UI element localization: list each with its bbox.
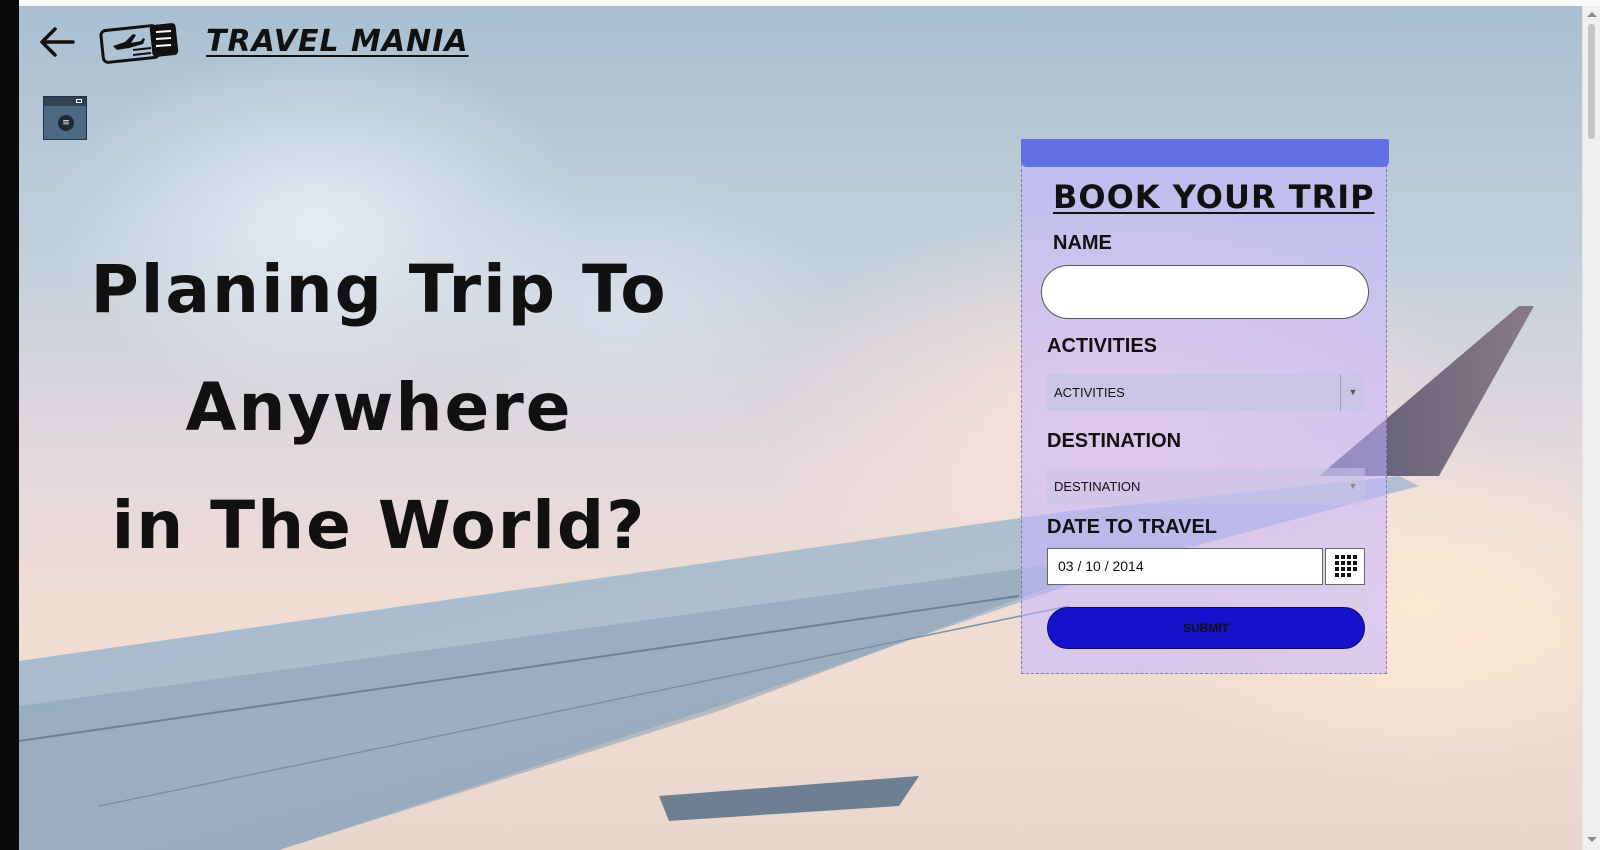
site-brand-title[interactable]: TRAVEL MANIA (206, 24, 469, 59)
ticket-plane-icon[interactable] (99, 20, 183, 66)
name-input[interactable] (1041, 265, 1369, 319)
date-label: DATE TO TRAVEL (1047, 516, 1217, 538)
activities-select[interactable]: ACTIVITIES ▼ (1047, 374, 1365, 411)
booking-form-panel: BOOK YOUR TRIP NAME ACTIVITIES ACTIVITIE… (1021, 139, 1389, 674)
window-left-edge (0, 0, 19, 850)
menu-widget-restore-icon (76, 99, 82, 103)
back-arrow-icon[interactable] (37, 24, 77, 60)
scroll-down-arrow-icon[interactable] (1587, 837, 1597, 842)
browser-viewport: TRAVEL MANIA ≡ Planing Trip To Anywhere … (0, 0, 1600, 850)
hero-line-1: Planing Trip To (90, 251, 668, 328)
booking-form-title: BOOK YOUR TRIP (1053, 178, 1375, 216)
page-background: TRAVEL MANIA ≡ Planing Trip To Anywhere … (19, 6, 1582, 850)
submit-button[interactable]: SUBMIT (1047, 607, 1365, 649)
hero-line-3: in The World? (111, 487, 647, 564)
calendar-grid-icon[interactable] (1325, 548, 1365, 585)
destination-select[interactable]: DESTINATION ▼ (1047, 468, 1365, 505)
vertical-scrollbar[interactable] (1582, 6, 1600, 850)
booking-form-header-bar (1021, 139, 1389, 167)
date-input[interactable]: 03 / 10 / 2014 (1047, 548, 1323, 585)
scroll-thumb[interactable] (1588, 24, 1595, 139)
dropdown-arrow-icon[interactable]: ▼ (1340, 374, 1365, 411)
destination-label: DESTINATION (1047, 430, 1182, 452)
menu-hamburger-icon: ≡ (58, 115, 74, 131)
hero-line-2: Anywhere (185, 369, 573, 446)
destination-selected-value: DESTINATION (1054, 479, 1141, 494)
scroll-up-arrow-icon[interactable] (1587, 12, 1597, 17)
menu-widget-icon[interactable]: ≡ (43, 96, 87, 140)
activities-selected-value: ACTIVITIES (1054, 385, 1125, 400)
dropdown-arrow-icon[interactable]: ▼ (1341, 468, 1365, 505)
name-label: NAME (1053, 232, 1112, 254)
hero-heading: Planing Trip To Anywhere in The World? (79, 231, 679, 585)
activities-label: ACTIVITIES (1047, 335, 1158, 357)
